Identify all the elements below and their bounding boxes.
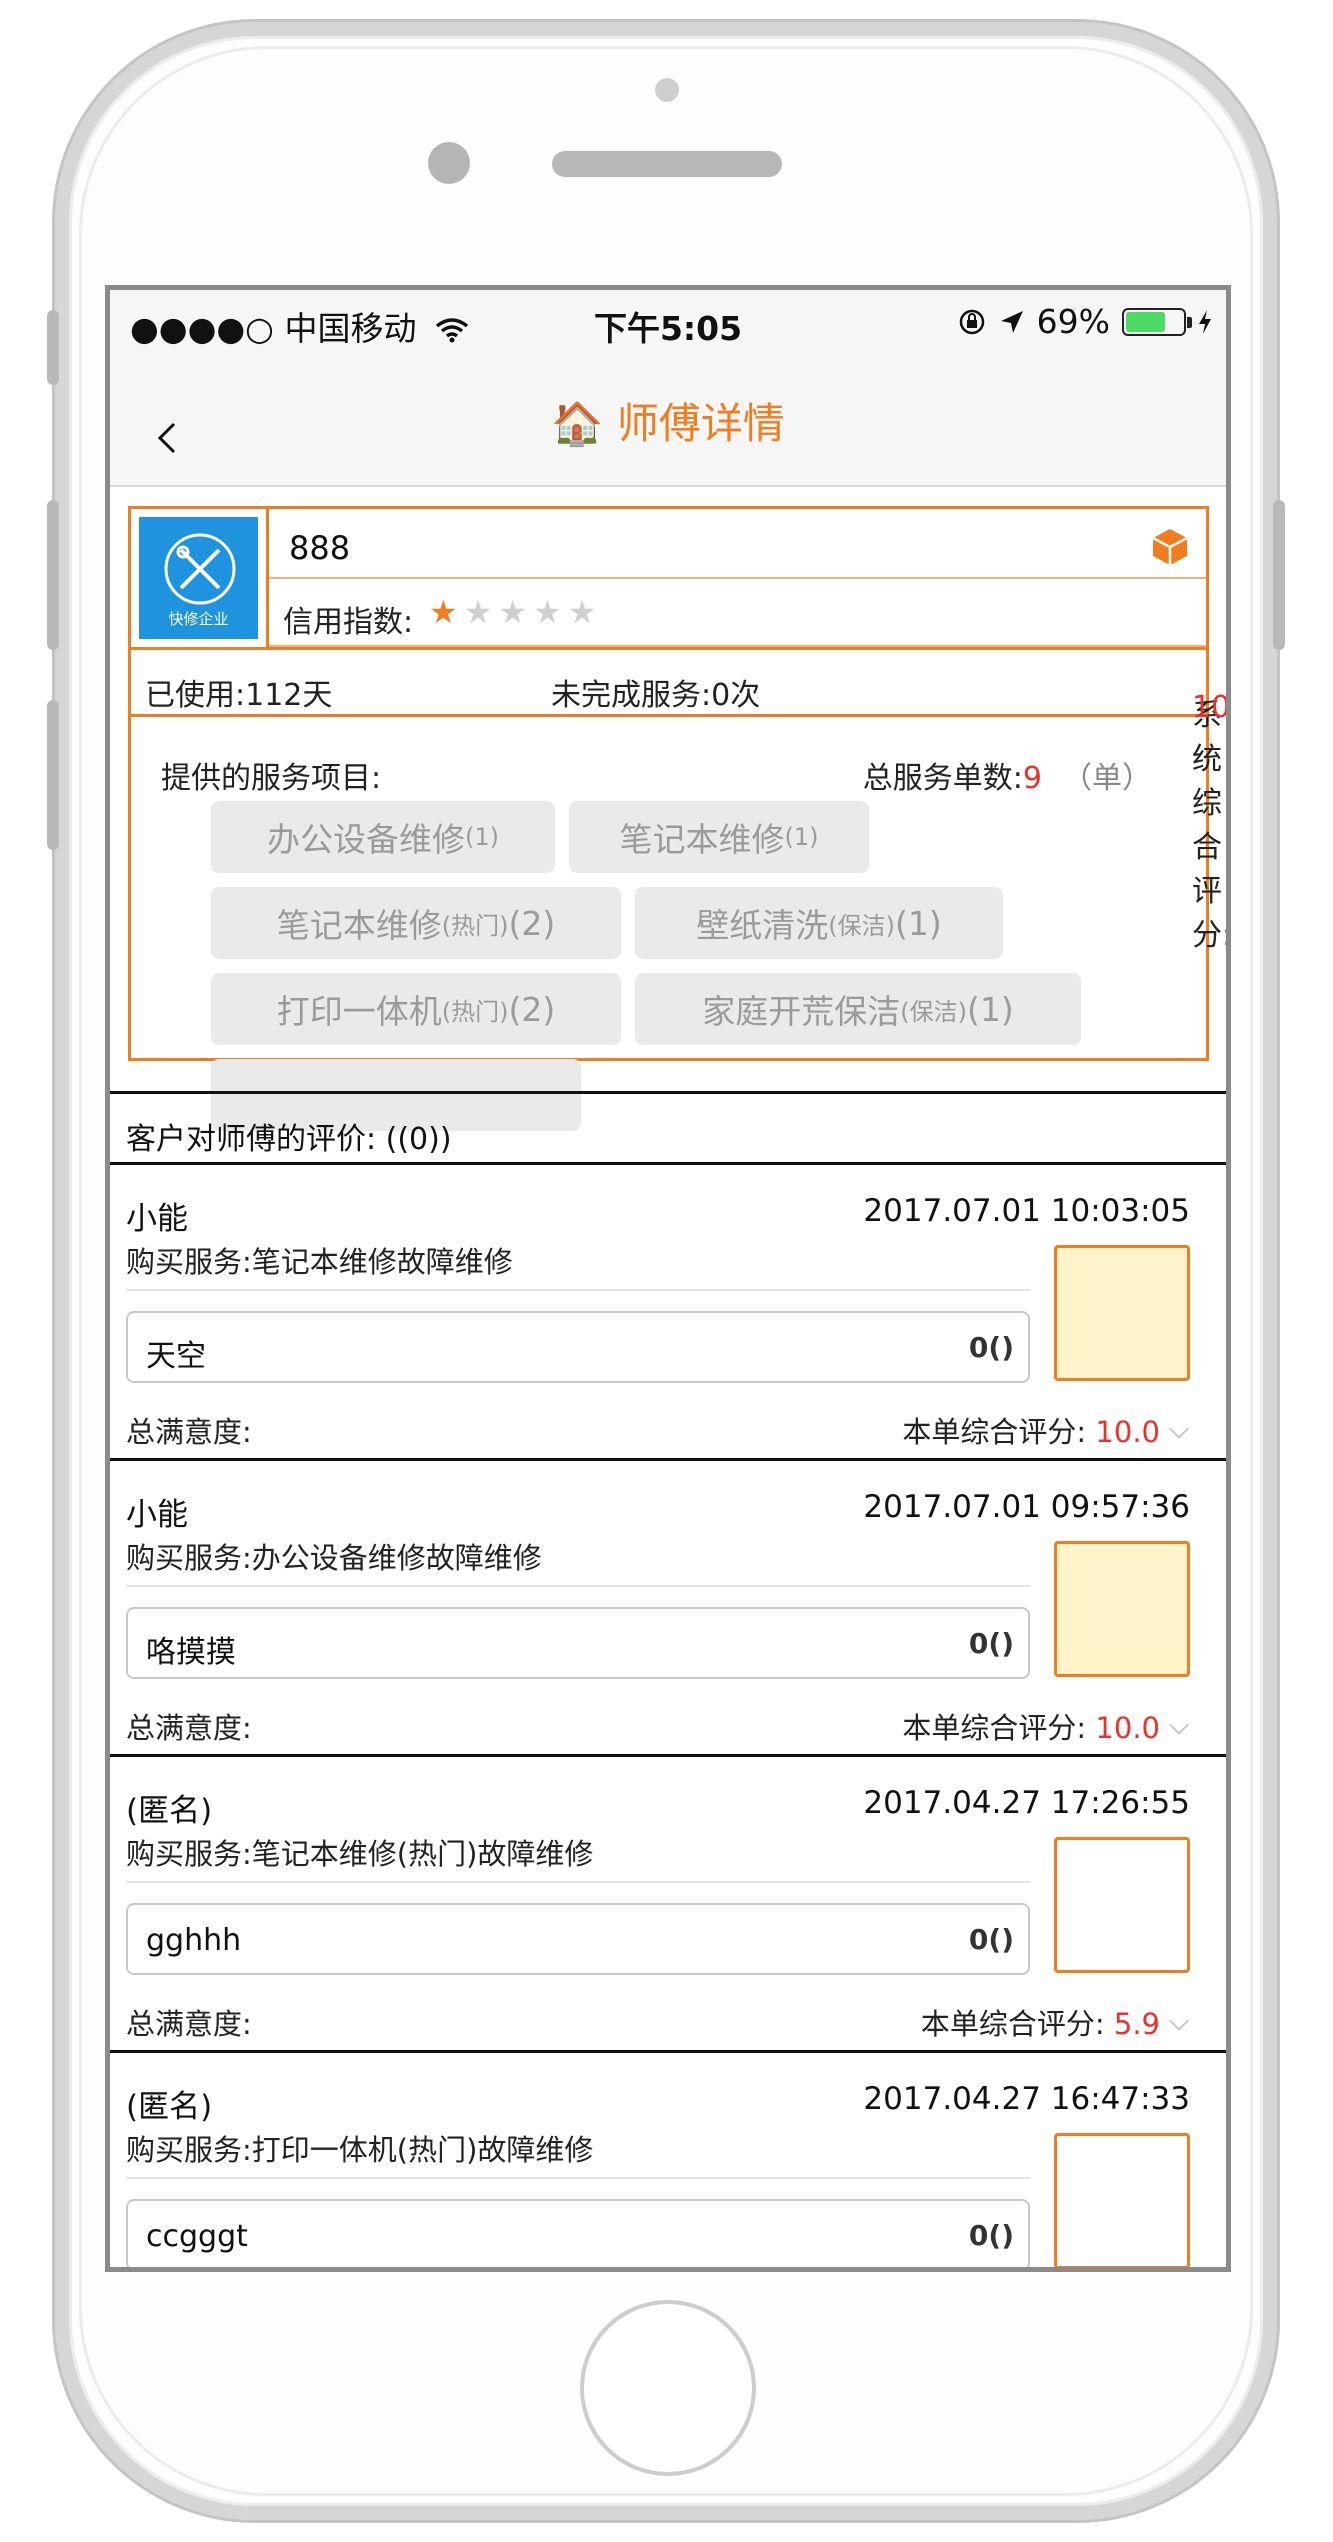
star-icon: ★ bbox=[567, 593, 603, 631]
service-chip[interactable]: 壁纸清洗 (保洁) (1) bbox=[635, 887, 1003, 959]
phone-screen: ●●●●○ 中国移动 下午5:05 69% 🏠 师傅详情 快修企业 888 信用… bbox=[105, 285, 1231, 2272]
content-area: 快修企业 888 信用指数: ★★★★★ 已使用:112天 未完成服务:0次 系… bbox=[110, 489, 1226, 2267]
review-item: 小能 2017.07.01 09:57:36 购买服务:办公设备维修故障维修 咯… bbox=[110, 1461, 1226, 1757]
proximity-sensor bbox=[655, 78, 679, 102]
review-photo[interactable] bbox=[1054, 1837, 1190, 1973]
star-icon: ★ bbox=[463, 593, 499, 631]
battery-percent: 69% bbox=[1036, 302, 1110, 341]
review-item: (匿名) 2017.04.27 16:47:33 购买服务:打印一体机(热门)故… bbox=[110, 2053, 1226, 2267]
review-date: 2017.04.27 16:47:33 bbox=[863, 2081, 1190, 2117]
technician-name: 888 bbox=[289, 529, 351, 567]
order-score[interactable]: 本单综合评分: 10.0 bbox=[902, 1705, 1189, 1747]
review-comment: 咯摸摸 bbox=[146, 1635, 236, 1670]
system-score-value: 10 bbox=[1192, 690, 1226, 725]
back-chevron-icon[interactable] bbox=[150, 420, 186, 456]
chevron-down-icon bbox=[1169, 2011, 1189, 2031]
satisfaction-label: 总满意度: bbox=[126, 2007, 252, 2041]
mute-switch bbox=[47, 310, 59, 385]
review-photo[interactable] bbox=[1054, 2133, 1190, 2267]
volume-down-button bbox=[47, 700, 59, 850]
star-icon: ★ bbox=[533, 593, 568, 631]
voice-icon[interactable]: 0() bbox=[969, 1331, 1014, 1364]
credit-rating-stars: ★★★★★ bbox=[429, 593, 602, 631]
power-button bbox=[1273, 500, 1285, 650]
reviewer-name: (匿名) bbox=[126, 2089, 213, 2125]
review-comment: 天空 bbox=[146, 1339, 206, 1374]
review-comment: gghhh bbox=[146, 1923, 242, 1958]
service-chip[interactable]: 家庭开荒保洁 (保洁) (1) bbox=[635, 973, 1081, 1045]
voice-icon[interactable]: 0() bbox=[969, 1627, 1014, 1660]
voice-icon[interactable]: 0() bbox=[969, 2219, 1014, 2252]
services-total-value: 9 bbox=[1022, 761, 1042, 796]
avatar-label: 快修企业 bbox=[168, 610, 229, 628]
used-days: 已使用:112天 bbox=[145, 678, 333, 713]
review-comment-box[interactable]: ccgggt 0() bbox=[126, 2199, 1030, 2267]
service-chip[interactable]: 笔记本维修 (1) bbox=[569, 801, 869, 873]
star-icon: ★ bbox=[429, 593, 464, 631]
location-icon bbox=[1000, 310, 1023, 333]
review-service: 购买服务:笔记本维修(热门)故障维修 bbox=[126, 1837, 594, 1871]
unfinished-services: 未完成服务:0次 bbox=[551, 678, 761, 713]
review-service: 购买服务:笔记本维修故障维修 bbox=[126, 1245, 513, 1279]
volume-up-button bbox=[47, 500, 59, 650]
star-icon: ★ bbox=[498, 593, 534, 631]
charging-icon bbox=[1199, 309, 1211, 334]
review-service: 购买服务:打印一体机(热门)故障维修 bbox=[126, 2133, 594, 2167]
chevron-down-icon bbox=[1169, 1419, 1189, 1439]
earpiece-speaker bbox=[552, 151, 782, 177]
credit-label: 信用指数: bbox=[283, 605, 414, 640]
review-date: 2017.07.01 09:57:36 bbox=[863, 1489, 1190, 1525]
review-comment-box[interactable]: 咯摸摸 0() bbox=[126, 1607, 1030, 1679]
order-score[interactable]: 本单综合评分: 10.0 bbox=[902, 1409, 1189, 1451]
battery-icon bbox=[1122, 307, 1192, 336]
reviewer-name: 小能 bbox=[126, 1497, 188, 1533]
voice-icon[interactable]: 0() bbox=[969, 1923, 1014, 1956]
service-chip[interactable]: 办公设备维修 (1) bbox=[211, 801, 555, 873]
reviews-header: 客户对师傅的评价: ((0)) bbox=[110, 1091, 1226, 1165]
system-score-label: 系统综合评分: bbox=[1192, 698, 1226, 953]
service-chip[interactable]: 笔记本维修 (热门) (2) bbox=[211, 887, 621, 959]
review-service: 购买服务:办公设备维修故障维修 bbox=[126, 1541, 542, 1575]
avatar: 快修企业 bbox=[131, 509, 269, 647]
nav-bar: ●●●●○ 中国移动 下午5:05 69% 🏠 师傅详情 bbox=[110, 290, 1226, 487]
review-item: (匿名) 2017.04.27 17:26:55 购买服务:笔记本维修(热门)故… bbox=[110, 1757, 1226, 2053]
page-title: 🏠 师傅详情 bbox=[551, 399, 785, 448]
review-item: 小能 2017.07.01 10:03:05 购买服务:笔记本维修故障维修 天空… bbox=[110, 1165, 1226, 1461]
technician-profile-card: 快修企业 888 信用指数: ★★★★★ 已使用:112天 未完成服务:0次 系… bbox=[128, 506, 1226, 1131]
review-comment-box[interactable]: gghhh 0() bbox=[126, 1903, 1030, 1975]
stats-row: 已使用:112天 未完成服务:0次 系统综合评分:10 bbox=[131, 647, 1226, 953]
services-total: 总服务单数:9 （单） bbox=[862, 761, 1152, 796]
reviewer-name: (匿名) bbox=[126, 1793, 213, 1829]
satisfaction-label: 总满意度: bbox=[126, 1711, 252, 1745]
service-chip[interactable]: 打印一体机 (热门) (2) bbox=[211, 973, 621, 1045]
satisfaction-label: 总满意度: bbox=[126, 1415, 252, 1449]
services-header: 提供的服务项目: bbox=[161, 761, 382, 796]
orientation-lock-icon bbox=[959, 309, 984, 334]
review-comment: ccgggt bbox=[146, 2219, 248, 2254]
review-comment-box[interactable]: 天空 0() bbox=[126, 1311, 1030, 1383]
front-camera bbox=[428, 142, 470, 184]
status-bar: ●●●●○ 中国移动 下午5:05 69% bbox=[110, 302, 1226, 352]
home-button[interactable] bbox=[580, 2300, 756, 2476]
review-photo[interactable] bbox=[1054, 1541, 1190, 1677]
review-date: 2017.04.27 17:26:55 bbox=[863, 1785, 1190, 1821]
review-photo[interactable] bbox=[1054, 1245, 1190, 1381]
reviewer-name: 小能 bbox=[126, 1201, 188, 1237]
package-icon[interactable] bbox=[1150, 527, 1190, 567]
chevron-down-icon bbox=[1169, 1715, 1189, 1735]
review-date: 2017.07.01 10:03:05 bbox=[863, 1193, 1190, 1229]
order-score[interactable]: 本单综合评分: 5.9 bbox=[921, 2001, 1189, 2043]
